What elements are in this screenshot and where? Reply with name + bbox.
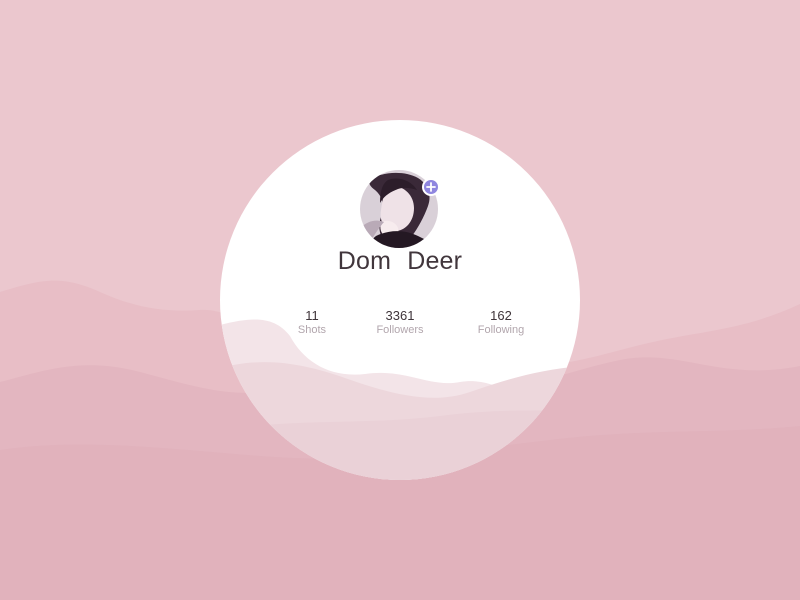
following-count: 162 — [490, 308, 512, 323]
profile-first-name: Dom — [337, 247, 392, 275]
profile-name: Dom Deer — [220, 247, 580, 276]
follow-button[interactable] — [422, 178, 440, 196]
profile-stats: 11 Shots 3361 Followers 162 Following — [220, 309, 580, 343]
profile-card: Dom Deer 11 Shots 3361 Followers 162 Foll… — [220, 120, 580, 480]
avatar-container[interactable] — [360, 170, 440, 248]
stat-following[interactable]: 162 Following — [458, 308, 544, 337]
following-label: Following — [477, 324, 525, 336]
plus-icon — [426, 182, 436, 192]
shots-label: Shots — [297, 324, 327, 336]
stat-followers[interactable]: 3361 Followers — [356, 308, 444, 337]
shots-count: 11 — [305, 308, 319, 323]
followers-label: Followers — [376, 324, 424, 336]
profile-last-name: Deer — [407, 247, 463, 275]
stat-shots[interactable]: 11 Shots — [272, 308, 352, 337]
followers-count: 3361 — [385, 308, 415, 323]
